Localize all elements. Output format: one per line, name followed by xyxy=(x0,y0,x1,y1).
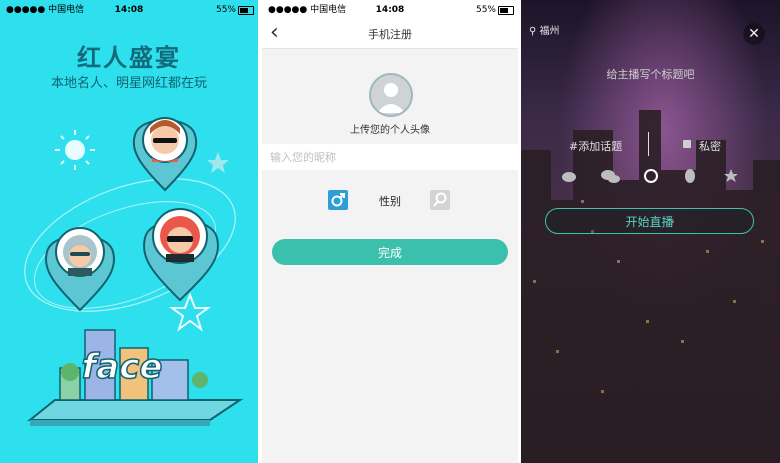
location-label[interactable]: ⚲ 福州 xyxy=(529,22,560,37)
weibo-icon xyxy=(562,172,576,182)
start-live-button[interactable]: 开始直播 xyxy=(545,208,754,234)
battery-percent: 55% xyxy=(475,5,496,15)
register-screen: ●●●●● 中国电信 14:08 55% ‹ 手机注册 上传您的个人头像 性别 … xyxy=(262,0,518,463)
done-button[interactable]: 完成 xyxy=(272,239,508,265)
qzone-icon xyxy=(724,169,738,182)
battery-icon xyxy=(498,6,514,15)
lock-icon xyxy=(683,140,691,148)
upload-avatar-label: 上传您的个人头像 xyxy=(350,125,430,136)
wechat-icon xyxy=(601,170,620,183)
splash-screen: ●●●●● 中国电信 14:08 55% 红人盛宴 本地名人、明星网红都在玩 f… xyxy=(0,0,258,463)
share-icons-row xyxy=(562,169,738,183)
user-silhouette-icon xyxy=(377,83,405,113)
close-icon: ✕ xyxy=(748,26,760,42)
gender-label: 性别 xyxy=(379,195,401,208)
qq-icon xyxy=(685,169,695,183)
private-toggle[interactable]: 私密 xyxy=(699,138,721,154)
add-topic-button[interactable]: #添加话题 xyxy=(569,138,622,154)
avatar-upload-button[interactable] xyxy=(369,73,413,117)
star-icon xyxy=(207,152,229,173)
location-pin-icon: ⚲ xyxy=(529,26,537,37)
page-title: 手机注册 xyxy=(368,28,412,41)
location-text: 福州 xyxy=(539,26,560,37)
gender-row: 性别 xyxy=(262,190,518,212)
divider xyxy=(648,132,649,156)
avatar-pin-woman-grey xyxy=(44,227,116,312)
sun-icon xyxy=(55,130,95,170)
nickname-input[interactable] xyxy=(262,144,518,170)
star-outline-icon xyxy=(168,292,212,332)
avatar-pin-woman-red xyxy=(142,208,219,302)
female-icon[interactable] xyxy=(430,190,450,210)
face-logo: face xyxy=(82,347,163,387)
nav-bar: ‹ 手机注册 xyxy=(262,20,518,49)
close-button[interactable]: ✕ xyxy=(743,23,765,45)
live-setup-screen: ⚲ 福州 ✕ 给主播写个标题吧 #添加话题 私密 开始直播 xyxy=(521,0,780,463)
splash-illustration: face xyxy=(24,117,244,426)
moments-icon xyxy=(644,169,658,183)
stream-title-input[interactable]: 给主播写个标题吧 xyxy=(521,66,780,82)
status-bar: ●●●●● 中国电信 14:08 55% xyxy=(262,0,518,20)
